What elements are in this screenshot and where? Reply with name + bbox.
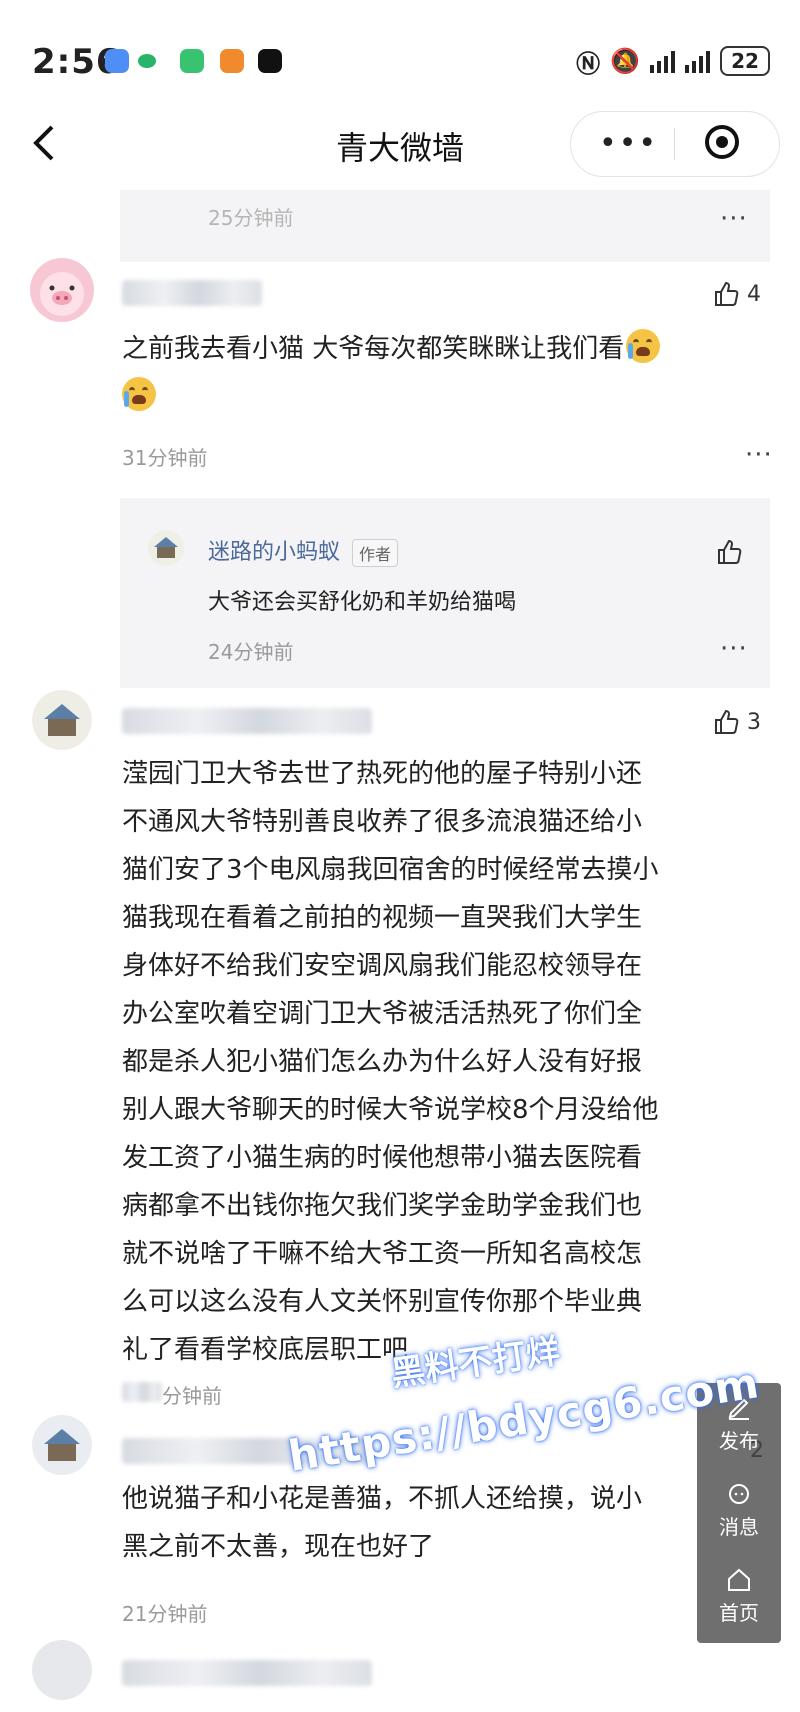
messages-label: 消息 (719, 1515, 759, 1539)
battery-icon: 22 (720, 46, 770, 76)
avatar[interactable] (32, 1415, 92, 1475)
thumbs-up-icon (718, 539, 742, 564)
comment-text: 滢园门卫大爷去世了热死的他的屋子特别小还 不通风大爷特别善良收养了很多流浪猫还给… (122, 750, 772, 1374)
thumbs-up-icon (715, 281, 739, 306)
signal-icon (650, 49, 675, 73)
house-avatar-icon (44, 1429, 80, 1461)
reply-text: 大爷还会买舒化奶和羊奶给猫喝 (208, 590, 517, 615)
mini-program-capsule: ••• (570, 111, 780, 177)
reply-box: 迷路的小蚂蚁 作者 大爷还会买舒化奶和羊奶给猫喝 24分钟前 ··· (120, 498, 770, 688)
comment-line: 猫们安了3个电风扇我回宿舍的时候经常去摸小 (122, 855, 659, 885)
reply-time: 25分钟前 (208, 206, 294, 230)
battery-level: 22 (731, 49, 759, 73)
like-button[interactable]: 4 (713, 280, 761, 308)
comment-line: 不通风大爷特别善良收养了很多流浪猫还给小 (122, 807, 643, 837)
reply-avatar[interactable] (148, 530, 184, 566)
avatar[interactable] (32, 690, 92, 750)
home-icon (728, 1568, 750, 1591)
reply-time: 24分钟前 (208, 640, 294, 664)
more-button[interactable]: ••• (599, 126, 658, 161)
reply-username-row: 迷路的小蚂蚁 作者 (208, 534, 399, 567)
comment-line: 发工资了小猫生病的时候他想带小猫去医院看 (122, 1143, 643, 1173)
comment-line: 别人跟大爷聊天的时候大爷说学校8个月没给他 (122, 1095, 659, 1125)
like-button[interactable]: 3 (713, 708, 761, 736)
comment-time: 分钟前 (162, 1384, 222, 1408)
chat-app-icon (180, 49, 204, 73)
capsule-divider (674, 128, 675, 160)
like-button[interactable] (716, 538, 744, 566)
like-count: 3 (747, 709, 761, 735)
author-tag: 作者 (352, 539, 399, 567)
status-bar: 2:56 Ⓝ 🔕 22 (0, 0, 800, 120)
signal2-icon (685, 49, 710, 73)
messages-button[interactable]: 消息 (697, 1481, 781, 1540)
mute-icon: 🔕 (610, 47, 640, 75)
comment-text: 之前我去看小猫 大爷每次都笑眯眯让我们看 (122, 325, 762, 421)
comment-line: 病都拿不出钱你拖欠我们奖学金助学金我们也 (122, 1191, 643, 1221)
comment-line: 猫我现在看着之前拍的视频一直哭我们大学生 (122, 903, 643, 933)
avatar[interactable] (30, 258, 94, 322)
crying-emoji-icon (122, 377, 156, 411)
pig-avatar-icon (40, 272, 84, 316)
comment-line: 办公室吹着空调门卫大爷被活活热死了你们全 (122, 999, 643, 1029)
username-blurred[interactable] (122, 1660, 372, 1686)
title-bar: 青大微墙 ••• (0, 105, 800, 185)
comment-time: 31分钟前 (122, 446, 208, 470)
comment-line: 身体好不给我们安空调风扇我们能忍校领导在 (122, 951, 643, 981)
comment-text: 他说猫子和小花是善猫，不抓人还给摸，说小 黑之前不太善，现在也好了 (122, 1475, 772, 1571)
comment-time: 21分钟前 (122, 1602, 208, 1626)
tiktok-icon (258, 49, 282, 73)
comment-line: 就不说啥了干嘛不给大爷工资一所知名高校怎 (122, 1239, 643, 1269)
comment-line: 都是杀人犯小猫们怎么办为什么好人没有好报 (122, 1047, 643, 1077)
more-icon[interactable]: ··· (720, 634, 748, 664)
floating-menu: 发布 消息 首页 (697, 1383, 781, 1643)
username-blurred[interactable] (122, 708, 372, 734)
comment-line: 么可以这么没有人文关怀别宣传你那个毕业典 (122, 1287, 643, 1317)
comment-line: 之前我去看小猫 大爷每次都笑眯眯让我们看 (122, 334, 625, 364)
screen: 2:56 Ⓝ 🔕 22 青大微墙 ••• 25分钟前 ··· 4 之前我去看小猫… (0, 0, 800, 1712)
reply-box-previous: 25分钟前 ··· (120, 190, 770, 262)
close-mini-program-icon[interactable] (705, 125, 739, 159)
app-notification-icon (105, 49, 129, 73)
comment-line: 黑之前不太善，现在也好了 (122, 1532, 435, 1562)
like-count: 4 (747, 281, 761, 307)
reply-username[interactable]: 迷路的小蚂蚁 (208, 540, 340, 565)
comment-line: 他说猫子和小花是善猫，不抓人还给摸，说小 (122, 1484, 643, 1514)
nfc-icon: Ⓝ (576, 49, 601, 78)
taobao-icon (220, 49, 244, 73)
username-blurred[interactable] (122, 280, 262, 306)
thumbs-up-icon (715, 709, 739, 734)
crying-emoji-icon (626, 329, 661, 363)
message-icon (729, 1484, 749, 1504)
house-avatar-icon (44, 704, 80, 736)
home-label: 首页 (719, 1601, 759, 1625)
comment-line: 滢园门卫大爷去世了热死的他的屋子特别小还 (122, 759, 643, 789)
house-avatar-icon (154, 537, 178, 558)
wechat-icon (138, 54, 156, 68)
avatar[interactable] (32, 1640, 92, 1700)
status-right: Ⓝ 🔕 22 (576, 44, 770, 78)
time-blurred (122, 1382, 162, 1402)
post-label: 发布 (719, 1429, 759, 1453)
more-icon[interactable]: ··· (745, 440, 773, 470)
more-icon[interactable]: ··· (720, 204, 748, 234)
home-button[interactable]: 首页 (697, 1567, 781, 1626)
